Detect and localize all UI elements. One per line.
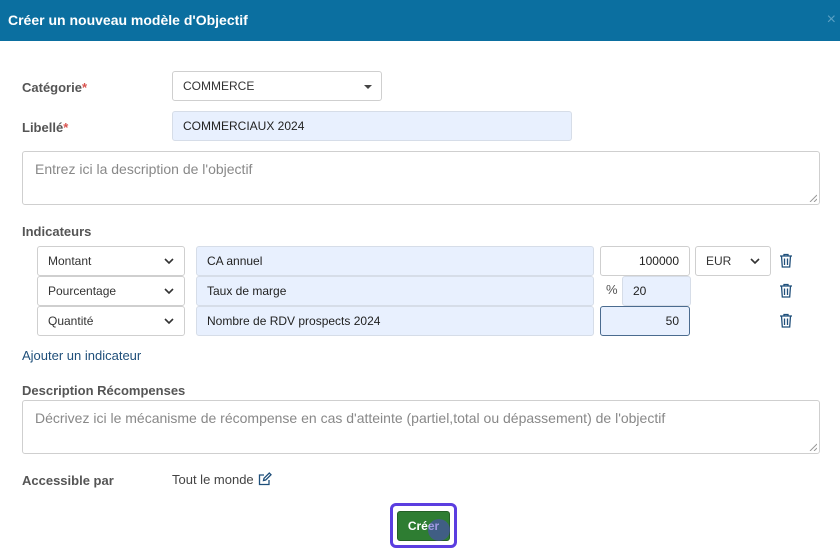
trash-icon[interactable] bbox=[779, 253, 793, 268]
indicator-type-value: Quantité bbox=[48, 314, 94, 328]
dialog-title: Créer un nouveau modèle d'Objectif bbox=[8, 12, 248, 28]
rewards-label: Description Récompenses bbox=[22, 383, 186, 398]
category-required-mark: * bbox=[81, 80, 88, 95]
indicator-name-value: CA annuel bbox=[207, 254, 263, 268]
category-label: Catégorie* bbox=[22, 80, 87, 95]
trash-icon[interactable] bbox=[779, 313, 793, 328]
indicator-value: 50 bbox=[665, 314, 679, 328]
indicator-value: 100000 bbox=[638, 254, 679, 268]
rewards-textarea[interactable]: Décrivez ici le mécanisme de récompense … bbox=[22, 400, 820, 454]
indicator-type-select[interactable]: Quantité bbox=[37, 306, 185, 336]
indicator-type-select[interactable]: Pourcentage bbox=[37, 276, 185, 306]
libelle-label: Libellé* bbox=[22, 120, 68, 135]
indicator-value-input[interactable]: 20 bbox=[622, 276, 691, 306]
currency-value: EUR bbox=[706, 254, 732, 268]
caret-down-icon bbox=[364, 85, 372, 89]
create-button[interactable]: Créer bbox=[397, 511, 450, 541]
description-placeholder: Entrez ici la description de l'objectif bbox=[35, 161, 253, 177]
description-textarea[interactable]: Entrez ici la description de l'objectif bbox=[22, 151, 820, 205]
libelle-input[interactable]: COMMERCIAUX 2024 bbox=[172, 111, 572, 141]
indicator-name-value: Taux de marge bbox=[207, 284, 287, 298]
indicators-label: Indicateurs bbox=[22, 224, 92, 239]
chevron-down-icon bbox=[164, 288, 174, 295]
indicator-name-input[interactable]: Taux de marge bbox=[196, 276, 594, 306]
trash-icon[interactable] bbox=[779, 283, 793, 298]
accessible-value: Tout le monde bbox=[172, 472, 254, 487]
indicator-type-value: Pourcentage bbox=[48, 284, 117, 298]
resize-grip-icon[interactable] bbox=[809, 443, 817, 451]
chevron-down-icon bbox=[164, 258, 174, 265]
resize-grip-icon[interactable] bbox=[809, 194, 817, 202]
libelle-input-value: COMMERCIAUX 2024 bbox=[183, 119, 305, 133]
indicator-value: 20 bbox=[633, 284, 647, 298]
indicator-name-input[interactable]: Nombre de RDV prospects 2024 bbox=[196, 306, 594, 336]
indicator-name-input[interactable]: CA annuel bbox=[196, 246, 594, 276]
indicator-type-value: Montant bbox=[48, 254, 92, 268]
currency-select[interactable]: EUR bbox=[695, 246, 771, 276]
indicator-value-input[interactable]: 50 bbox=[600, 306, 690, 336]
category-select-value: COMMERCE bbox=[183, 79, 255, 93]
category-label-text: Catégorie bbox=[22, 80, 82, 95]
indicator-type-select[interactable]: Montant bbox=[37, 246, 185, 276]
percent-prefix: % bbox=[606, 282, 618, 297]
close-icon[interactable]: × bbox=[827, 12, 836, 28]
chevron-down-icon bbox=[750, 258, 760, 265]
category-select[interactable]: COMMERCE bbox=[172, 71, 382, 101]
accessible-label: Accessible par bbox=[22, 473, 114, 488]
indicator-name-value: Nombre de RDV prospects 2024 bbox=[207, 314, 381, 328]
edit-icon[interactable] bbox=[258, 472, 272, 486]
libelle-required-mark: * bbox=[63, 120, 69, 135]
indicator-value-input[interactable]: 100000 bbox=[600, 246, 690, 276]
add-indicator-link[interactable]: Ajouter un indicateur bbox=[22, 348, 141, 363]
rewards-placeholder: Décrivez ici le mécanisme de récompense … bbox=[35, 410, 666, 426]
libelle-label-text: Libellé bbox=[22, 120, 64, 135]
dialog-header: Créer un nouveau modèle d'Objectif × bbox=[0, 0, 840, 41]
chevron-down-icon bbox=[164, 318, 174, 325]
